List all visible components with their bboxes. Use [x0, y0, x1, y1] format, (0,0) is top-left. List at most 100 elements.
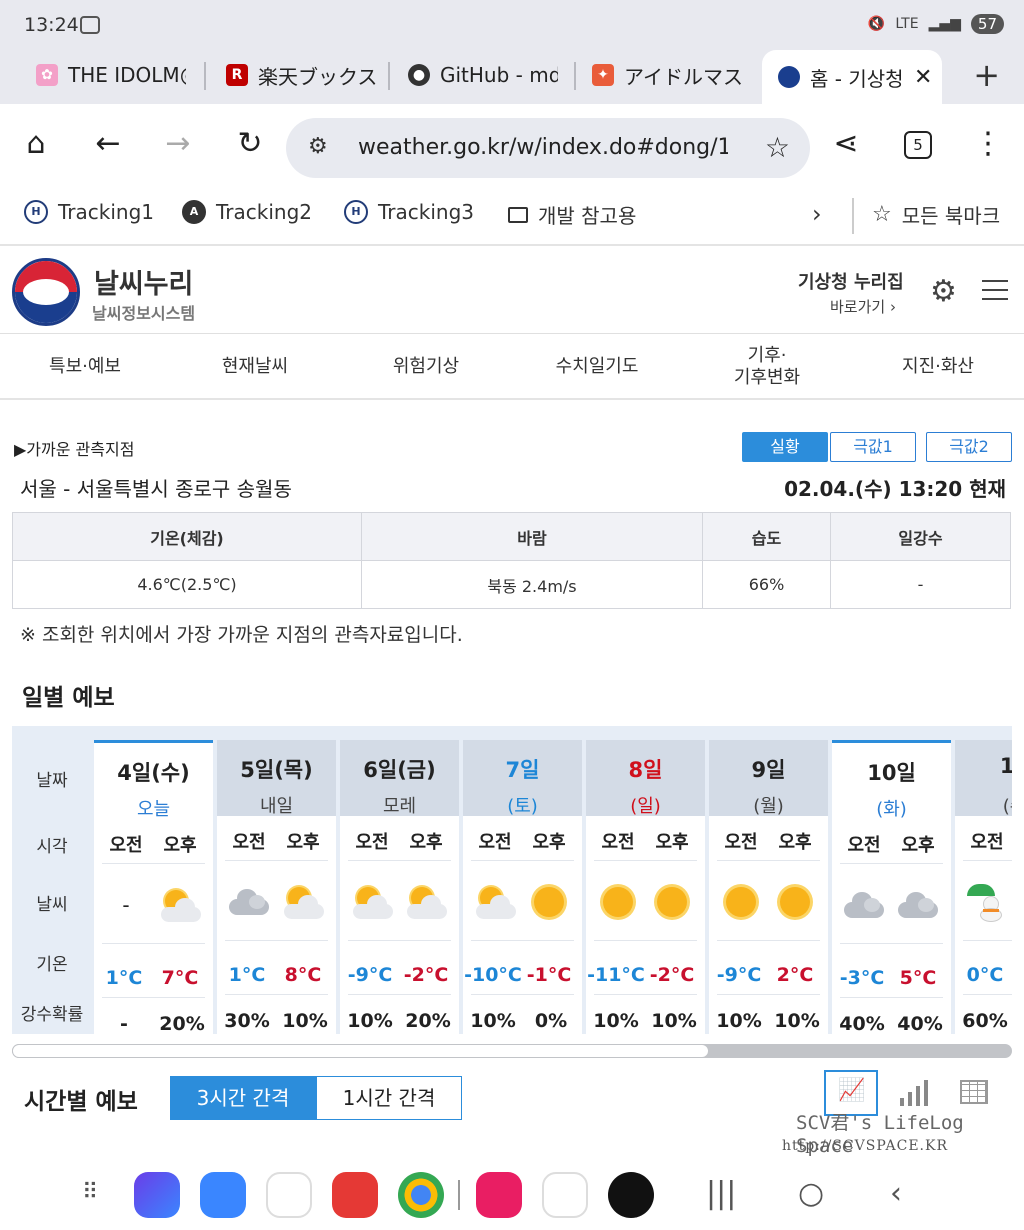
- pm-weather: [523, 882, 575, 922]
- site-settings-icon[interactable]: ⚙: [308, 134, 328, 159]
- tab-strip: ✿ THE IDOLM@ R 楽天ブックス ● GitHub - md ✦ アイ…: [0, 50, 1024, 104]
- mute-icon: 🔇: [867, 16, 886, 32]
- back-nav-icon[interactable]: ‹: [890, 1176, 902, 1211]
- all-bookmarks-label: 모든 북마크: [901, 204, 1001, 228]
- day-header: 6일(금) 모레: [340, 740, 459, 817]
- rakuten-favicon-icon: R: [226, 64, 248, 86]
- kma-go-link[interactable]: 바로가기 ›: [830, 296, 896, 317]
- bookmarks-divider: [852, 198, 854, 234]
- samsung-internet-icon[interactable]: [134, 1172, 180, 1218]
- pop-pm: 20%: [405, 1010, 451, 1032]
- bookmark-dev-folder[interactable]: 개발 참고용: [508, 200, 636, 229]
- daily-scrollbar[interactable]: [12, 1044, 1012, 1058]
- hamburger-menu-icon[interactable]: [982, 280, 1008, 307]
- gmail-icon[interactable]: [266, 1172, 312, 1218]
- site-title[interactable]: 날씨누리: [94, 262, 193, 301]
- interval-3h-button[interactable]: 3시간 간격: [170, 1076, 316, 1120]
- share-icon[interactable]: ⋖: [826, 126, 866, 161]
- watermark-url: http://SCVSPACE.KR: [782, 1138, 949, 1154]
- divider-line: [717, 994, 820, 995]
- scrollbar-thumb[interactable]: [12, 1044, 709, 1058]
- row-label-pop: 강수확률: [20, 1005, 84, 1025]
- tab-divider: [204, 62, 206, 90]
- notes-icon[interactable]: [332, 1172, 378, 1218]
- android-taskbar: ⠿ ||| ○ ‹: [0, 1160, 1024, 1230]
- am-label: 오전: [601, 832, 635, 853]
- day-sub: (화): [876, 799, 907, 820]
- nav-hazard-weather[interactable]: 위험기상: [341, 334, 511, 400]
- github-favicon-icon: ●: [408, 64, 430, 86]
- kma-home-link[interactable]: 기상청 누리집: [798, 268, 904, 294]
- nav-forecast[interactable]: 특보·예보: [0, 334, 170, 400]
- address-bar[interactable]: ⚙ weather.go.kr/w/index.do#dong/11 ☆: [286, 118, 810, 178]
- tab-idolm[interactable]: ✿ THE IDOLM@: [36, 50, 186, 100]
- bookmark-star-icon[interactable]: ☆: [765, 131, 790, 164]
- url-text[interactable]: weather.go.kr/w/index.do#dong/11: [358, 135, 728, 160]
- tab-title: 楽天ブックス: [258, 64, 376, 89]
- temp-max: -2°C: [403, 964, 449, 986]
- location-text: 서울 - 서울특별시 종로구 송월동: [20, 477, 292, 501]
- gallery-icon[interactable]: [476, 1172, 522, 1218]
- nav-current-weather[interactable]: 현재날씨: [170, 334, 340, 400]
- daily-forecast-panel[interactable]: 날짜 시각 날씨 기온 강수확률 4일(수) 오늘 오전 오후 -1°C 7°C -20% 5…: [12, 726, 1012, 1034]
- am-weather: [346, 882, 398, 922]
- temp-min: 1°C: [105, 967, 143, 989]
- back-icon[interactable]: ←: [88, 126, 128, 161]
- divider-line: [963, 860, 1012, 861]
- tab-current-obs[interactable]: 실황: [742, 432, 828, 462]
- messages-icon[interactable]: [200, 1172, 246, 1218]
- recent-apps-icon[interactable]: |||: [706, 1176, 736, 1211]
- bookmark-label: Tracking3: [378, 200, 474, 224]
- new-tab-icon[interactable]: +: [973, 56, 1000, 94]
- tab-title: THE IDOLM@: [68, 63, 186, 87]
- forward-icon[interactable]: →: [158, 126, 198, 161]
- settings-gear-icon[interactable]: ⚙: [930, 274, 957, 309]
- chevron-right-icon[interactable]: ›: [812, 200, 822, 228]
- play-store-icon[interactable]: [542, 1172, 588, 1218]
- tracking-icon: H: [344, 200, 368, 224]
- more-menu-icon[interactable]: ⋮: [968, 126, 1008, 161]
- divider-line: [348, 940, 451, 941]
- divider-line: [594, 940, 697, 941]
- row-label-weather: 날씨: [36, 895, 68, 915]
- home-nav-icon[interactable]: ○: [798, 1176, 824, 1211]
- reload-icon[interactable]: ↻: [230, 126, 270, 161]
- tab-kma-active[interactable]: 홈 - 기상청 ✕: [762, 50, 942, 104]
- close-tab-icon[interactable]: ✕: [914, 65, 932, 90]
- temp-min: 1°C: [228, 964, 266, 986]
- sunny-icon: [780, 887, 810, 917]
- nav-earthquake[interactable]: 지진·화산: [853, 334, 1023, 400]
- star-icon: ☆: [872, 202, 892, 227]
- home-icon[interactable]: ⌂: [16, 126, 56, 161]
- value-wind: 북동 2.4m/s: [361, 560, 703, 609]
- nav-weather-chart[interactable]: 수치일기도: [512, 334, 682, 400]
- temp-max: -2°C: [649, 964, 695, 986]
- tab-idolmaster[interactable]: ✦ アイドルマス: [592, 50, 744, 100]
- divider-line: [594, 860, 697, 861]
- pm-label: 오후: [286, 832, 320, 853]
- snow-rain-icon: [967, 882, 1007, 922]
- am-label: 오전: [724, 832, 758, 853]
- nav-climate[interactable]: 기후· 기후변화: [682, 334, 852, 400]
- bookmark-tracking2[interactable]: A Tracking2: [182, 200, 312, 224]
- tab-github[interactable]: ● GitHub - md: [408, 50, 558, 100]
- bookmark-tracking3[interactable]: H Tracking3: [344, 200, 474, 224]
- app-drawer-icon[interactable]: ⠿: [82, 1180, 98, 1205]
- temp-min: -9°C: [347, 964, 393, 986]
- all-bookmarks-button[interactable]: ☆ 모든 북마크: [872, 200, 1000, 229]
- kma-logo[interactable]: [12, 258, 80, 326]
- daily-forecast-title: 일별 예보: [22, 685, 115, 711]
- table-header-row: 기온(체감) 바람 습도 일강수: [12, 512, 1011, 561]
- tab-extreme1[interactable]: 극값1: [830, 432, 916, 462]
- tab-count-button[interactable]: 5: [904, 131, 932, 159]
- player-icon[interactable]: [608, 1172, 654, 1218]
- tab-rakuten[interactable]: R 楽天ブックス: [226, 50, 376, 100]
- pop-am: 10%: [470, 1010, 516, 1032]
- chrome-icon[interactable]: [398, 1172, 444, 1218]
- temp-max: 5°C: [899, 967, 937, 989]
- interval-1h-button[interactable]: 1시간 간격: [316, 1076, 462, 1120]
- tab-extreme2[interactable]: 극값2: [926, 432, 1012, 462]
- status-icons: 🔇 LTE ▂▄▆ 57: [868, 14, 1004, 34]
- bookmark-tracking1[interactable]: H Tracking1: [24, 200, 154, 224]
- row-label-time: 시각: [36, 837, 68, 857]
